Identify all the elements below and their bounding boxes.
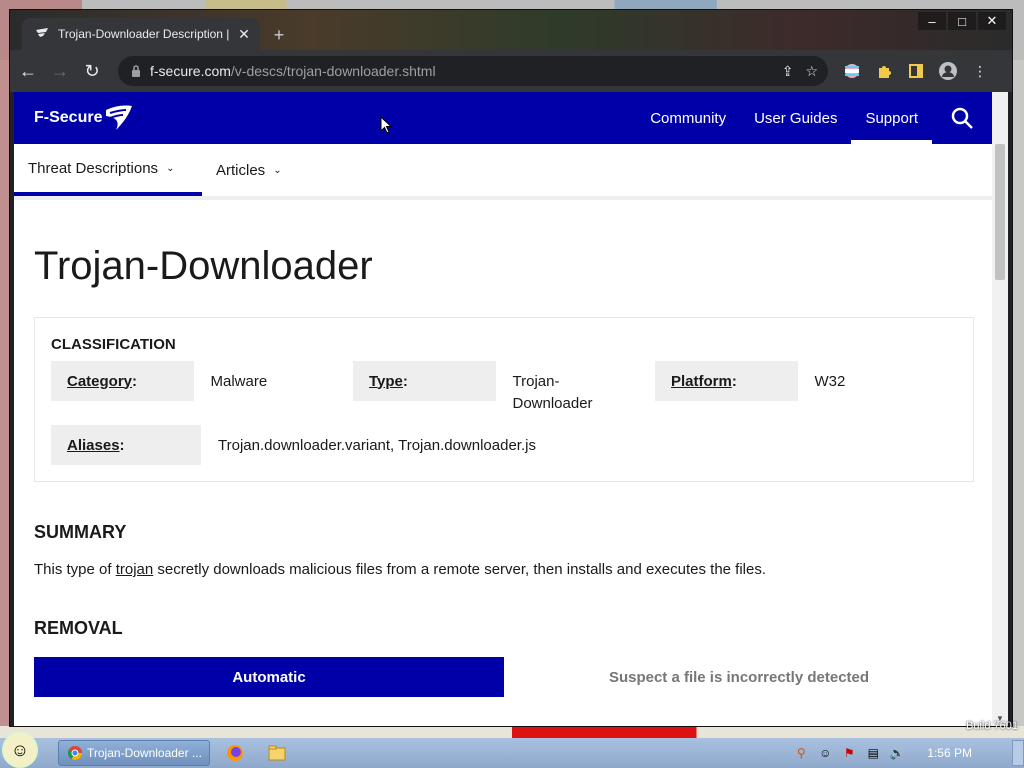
action-center-icon[interactable]: ⚑ <box>841 745 857 761</box>
type-label[interactable]: Type: <box>353 361 496 401</box>
subnav-threat-descriptions[interactable]: Threat Descriptions ⌄ <box>14 144 202 196</box>
file-explorer-icon[interactable] <box>260 739 294 767</box>
category-label[interactable]: Category: <box>51 361 194 401</box>
minimize-icon[interactable]: – <box>918 12 946 30</box>
main-content: Trojan-Downloader CLASSIFICATION Categor… <box>34 196 974 697</box>
search-tray-icon[interactable]: ⚲ <box>793 745 809 761</box>
network-icon[interactable]: ▤ <box>865 745 881 761</box>
extension-flag-icon[interactable] <box>842 61 862 81</box>
removal-heading: REMOVAL <box>34 618 123 638</box>
subnav-articles[interactable]: Articles ⌄ <box>202 144 296 196</box>
title-bar: Trojan-Downloader Description | ✕ + – □ … <box>10 10 1012 50</box>
smiley-tray-icon[interactable]: ☺ <box>817 745 833 761</box>
removal-tabs: Automatic Suspect a file is incorrectly … <box>34 657 974 697</box>
extensions-puzzle-icon[interactable] <box>874 61 894 81</box>
show-desktop-button[interactable] <box>1012 740 1024 766</box>
window-controls: – □ ✕ <box>916 12 1006 30</box>
browser-window: Trojan-Downloader Description | ✕ + – □ … <box>10 10 1012 726</box>
fsecure-logo[interactable]: F-Secure <box>34 104 134 132</box>
windows-build-label: Build 7601 <box>966 720 1018 732</box>
platform-value: W32 <box>814 373 846 390</box>
maximize-icon[interactable]: □ <box>948 12 976 30</box>
clock[interactable]: 1:56 PM <box>927 746 972 760</box>
tab-automatic[interactable]: Automatic <box>34 657 504 697</box>
page-title: Trojan-Downloader <box>34 244 373 288</box>
firefox-icon[interactable] <box>218 739 252 767</box>
back-icon[interactable]: ← <box>14 57 42 85</box>
side-panel-icon[interactable] <box>906 61 926 81</box>
browser-tab[interactable]: Trojan-Downloader Description | ✕ <box>22 18 260 50</box>
aliases-value: Trojan.downloader.variant, Trojan.downlo… <box>218 437 536 454</box>
summary-text: This type of trojan secretly downloads m… <box>34 561 767 578</box>
browser-toolbar: ← → ↻ f-secure.com/v-descs/trojan-downlo… <box>10 50 1012 92</box>
url-path: /v-descs/trojan-downloader.shtml <box>230 63 436 79</box>
close-window-icon[interactable]: ✕ <box>978 12 1006 30</box>
fsecure-favicon-icon <box>34 26 50 42</box>
menu-kebab-icon[interactable]: ⋮ <box>970 61 990 81</box>
tab-suspect-file[interactable]: Suspect a file is incorrectly detected <box>504 657 974 697</box>
classification-box: CLASSIFICATION Category: Malware Type: T… <box>34 317 974 482</box>
taskbar: ☺ Trojan-Downloader ... ⚲ ☺ ⚑ ▤ 🔊 1:56 P… <box>0 732 1024 768</box>
logo-text: F-Secure <box>34 109 103 126</box>
chevron-down-icon: ⌄ <box>166 162 175 174</box>
nav-support[interactable]: Support <box>851 92 932 144</box>
start-orb-icon: ☺ <box>2 732 38 768</box>
fsecure-shield-icon <box>106 105 133 130</box>
search-icon[interactable] <box>932 92 992 144</box>
start-button[interactable]: ☺ <box>0 732 40 768</box>
lock-icon <box>128 65 144 77</box>
site-nav: Community User Guides Support <box>636 92 992 144</box>
page-scrollbar[interactable]: ▼ <box>992 92 1008 726</box>
sub-navigation: Threat Descriptions ⌄ Articles ⌄ <box>14 144 992 200</box>
profile-avatar-icon[interactable] <box>938 61 958 81</box>
chrome-icon <box>67 745 83 761</box>
address-bar[interactable]: f-secure.com/v-descs/trojan-downloader.s… <box>118 56 828 86</box>
classification-row: Category: Malware Type: Trojan- Downloade… <box>51 361 957 415</box>
url-host: f-secure.com <box>150 63 231 79</box>
aliases-label[interactable]: Aliases: <box>51 425 201 465</box>
type-value: Trojan- Downloader <box>512 373 593 412</box>
nav-user-guides[interactable]: User Guides <box>740 92 851 144</box>
platform-label[interactable]: Platform: <box>655 361 798 401</box>
classification-row: Aliases: Trojan.downloader.variant, Troj… <box>51 425 957 465</box>
bookmark-star-icon[interactable]: ☆ <box>805 63 818 80</box>
summary-heading: SUMMARY <box>34 522 127 542</box>
taskbar-chrome-item[interactable]: Trojan-Downloader ... <box>58 740 210 766</box>
new-tab-icon[interactable]: + <box>268 24 290 46</box>
close-tab-icon[interactable]: ✕ <box>234 24 254 44</box>
nav-community[interactable]: Community <box>636 92 740 144</box>
chevron-down-icon: ⌄ <box>273 164 282 176</box>
subnav-label: Articles <box>216 161 266 179</box>
forward-icon[interactable]: → <box>46 57 74 85</box>
reload-icon[interactable]: ↻ <box>78 57 106 85</box>
subnav-label: Threat Descriptions <box>28 159 159 177</box>
mouse-cursor-icon <box>380 116 392 134</box>
system-tray: ⚲ ☺ ⚑ ▤ 🔊 1:56 PM <box>793 745 1002 761</box>
tab-title: Trojan-Downloader Description | <box>58 27 230 41</box>
scrollbar-thumb[interactable] <box>995 144 1005 280</box>
trojan-link[interactable]: trojan <box>116 561 154 578</box>
category-value: Malware <box>210 373 268 390</box>
share-icon[interactable]: ⇪ <box>782 63 794 80</box>
classification-heading: CLASSIFICATION <box>51 336 176 353</box>
web-page: F-Secure Community User Guides Support T… <box>14 92 992 726</box>
taskbar-item-label: Trojan-Downloader ... <box>87 746 202 760</box>
volume-icon[interactable]: 🔊 <box>889 745 905 761</box>
site-header: F-Secure Community User Guides Support <box>14 92 992 144</box>
